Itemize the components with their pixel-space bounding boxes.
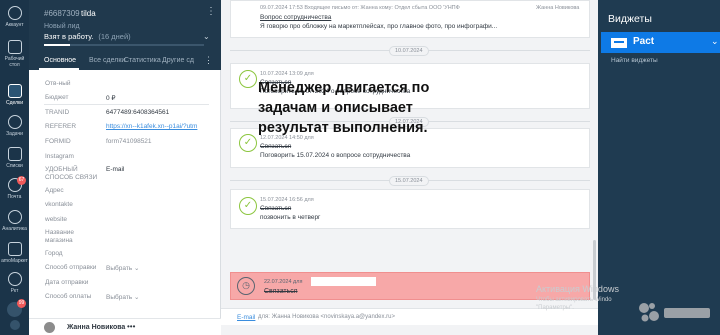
windows-activation-text: Чтобы активировать Windo "Параметры".	[536, 297, 612, 311]
windows-activation-title: Активация Windows	[536, 284, 619, 294]
more-icon[interactable]: •••	[127, 322, 135, 331]
more-tabs-icon[interactable]: ⋮	[204, 55, 213, 66]
chevron-down-icon: ⌄	[134, 265, 140, 272]
widget-icon	[7, 272, 22, 286]
mail-badge: 67	[17, 176, 26, 185]
analytics-icon	[7, 210, 22, 224]
email-preview: Я говорю про обложку на маркетплейсах, п…	[260, 23, 498, 30]
nav-item-tasks[interactable]: Задачи	[0, 115, 29, 137]
lead-id: #6687309	[44, 9, 80, 18]
stage-progress-fill	[44, 44, 70, 46]
avito-logo-mark	[639, 303, 710, 322]
card-tabs: Основное Все сделки Статистика Другие сд…	[29, 54, 221, 70]
chat-badge: 99	[17, 299, 26, 308]
tab-all-deals[interactable]: Все сделки	[89, 57, 125, 64]
email-note[interactable]: 09.07.2024 17:53 Входящее письмо от: Жан…	[230, 0, 590, 38]
email-meta: 09.07.2024 17:53 Входящее письмо от: Жан…	[260, 5, 460, 11]
find-widgets-link[interactable]: Найти виджеты	[611, 57, 658, 64]
pact-widget[interactable]: Pact ⌄	[601, 32, 720, 53]
nav-item-widget[interactable]: Ркт	[0, 272, 29, 294]
check-icon: ✓	[239, 134, 257, 152]
nav-item-market[interactable]: amoМаркет	[0, 242, 29, 264]
contact-footer: Жанна Новикова •••	[29, 318, 221, 335]
avito-logo	[638, 300, 716, 328]
task-assignee-field[interactable]	[311, 277, 376, 286]
stage-progress-bar	[44, 44, 204, 46]
nav-item-analytics[interactable]: Аналитика	[0, 210, 29, 232]
date-label: 10.07.2024	[389, 46, 429, 56]
lists-icon	[7, 147, 22, 161]
tab-main[interactable]: Основное	[44, 57, 76, 64]
date-label: 15.07.2024	[389, 176, 429, 186]
email-author: Жанна Новикова	[536, 5, 580, 11]
tasks-icon	[7, 115, 22, 129]
tab-other-deals[interactable]: Другие сд	[162, 57, 194, 64]
chevron-down-icon: ⌄	[134, 294, 140, 301]
email-recipient: для: Жанна Новикова <novinskaya.a@yandex…	[258, 314, 395, 320]
pact-logo-icon	[611, 38, 627, 48]
nav-item-mail[interactable]: Почта 67	[0, 176, 29, 200]
account-icon	[7, 6, 22, 20]
email-type-link[interactable]: E-mail	[237, 314, 255, 321]
nav-item-lists[interactable]: Списки	[0, 147, 29, 169]
shipping-method-select[interactable]: Выбрать ⌄	[106, 264, 216, 272]
payment-method-select[interactable]: Выбрать ⌄	[106, 293, 216, 301]
lead-card: #6687309 tilda ⋮ Новый лид Взят в работу…	[29, 0, 221, 335]
avatar[interactable]	[44, 322, 55, 333]
nav-item-dashboard[interactable]: Рабочий стол	[0, 40, 29, 68]
new-lead-label: Новый лид	[44, 23, 80, 30]
chevron-down-icon: ⌄	[711, 36, 719, 46]
dashboard-icon	[7, 40, 22, 54]
lead-name[interactable]: tilda	[81, 9, 96, 18]
left-navigation: Аккаунт Рабочий стол Сделки Задачи Списк…	[0, 0, 29, 335]
nav-item-deals[interactable]: Сделки	[0, 84, 29, 106]
overlay-caption: Менеджер двигается по задачам и описывае…	[258, 80, 430, 136]
check-icon: ✓	[239, 197, 257, 215]
email-subject[interactable]: Вопрос сотрудничества	[260, 14, 331, 21]
stage-select[interactable]: Взят в работу. (16 дней)	[44, 32, 131, 41]
clock-icon: ◷	[237, 277, 255, 295]
contact-name[interactable]: Жанна Новикова	[67, 324, 125, 331]
lead-card-header: #6687309 tilda ⋮ Новый лид Взят в работу…	[29, 0, 221, 70]
chat-icon[interactable]: 99	[7, 299, 26, 317]
task-note[interactable]: ✓ 15.07.2024 16:56 для Связаться позвони…	[230, 189, 590, 229]
market-icon	[7, 242, 22, 256]
nav-item-account[interactable]: Аккаунт	[0, 6, 29, 28]
widgets-title: Виджеты	[608, 13, 652, 25]
check-icon: ✓	[239, 70, 257, 88]
divider	[44, 104, 209, 105]
deals-icon	[7, 84, 22, 98]
lead-fields: Отв-ный Бюджет 0 ₽ TRANID 6477489:64083645…	[29, 70, 221, 320]
tab-statistics[interactable]: Статистика	[124, 57, 161, 64]
chevron-down-icon[interactable]: ⌄	[203, 32, 210, 41]
more-menu-icon[interactable]: ⋮	[206, 6, 216, 17]
help-icon[interactable]	[10, 320, 20, 330]
